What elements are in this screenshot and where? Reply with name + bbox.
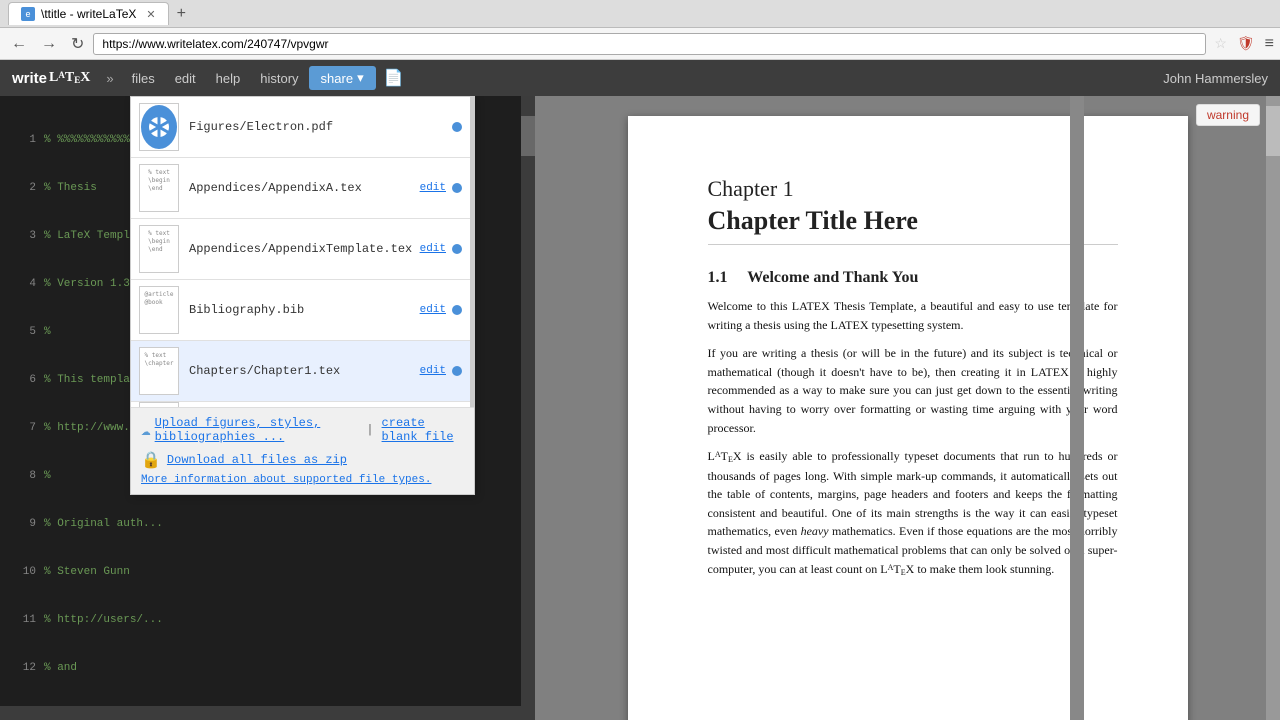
create-blank-link[interactable]: create blank file: [382, 416, 464, 444]
pdf-paragraph: LATEX is easily able to professionally t…: [708, 447, 1118, 579]
section-number: 1.1: [708, 269, 728, 286]
bookmark-icon[interactable]: ☆: [1214, 35, 1227, 52]
logo-write-text: write: [12, 70, 47, 87]
file-status-dot: [452, 305, 462, 315]
extensions-icon: 🛡: [1237, 35, 1255, 52]
file-edit-link[interactable]: edit: [420, 304, 446, 316]
share-dropdown-icon: ▾: [357, 70, 364, 86]
download-icon: 🔒: [141, 450, 161, 470]
file-item[interactable]: @article@book Bibliography.bib edit: [131, 280, 470, 341]
editor-pane[interactable]: 1% %%%%%%%%%%%%%%%%%%%%%%%%%%% 2% Thesis…: [0, 96, 535, 720]
pdf-body: Welcome to this LATEX Thesis Template, a…: [708, 297, 1118, 579]
separator: |: [366, 423, 373, 437]
file-thumbnail: % text\begin\end: [139, 164, 179, 212]
download-row: 🔒 Download all files as zip: [141, 450, 464, 470]
file-status-dot: [452, 366, 462, 376]
editor-hscroll[interactable]: [0, 706, 521, 720]
warning-badge[interactable]: warning: [1196, 104, 1260, 126]
tab-title: \ttitle - writeLaTeX: [41, 7, 136, 21]
reload-button[interactable]: ↻: [66, 32, 89, 56]
address-bar[interactable]: [93, 33, 1206, 55]
user-name: John Hammersley: [1163, 71, 1268, 86]
app-logo: write LATEX: [12, 70, 90, 87]
nav-files[interactable]: files: [122, 60, 165, 96]
preview-vscroll-thumb: [1266, 106, 1280, 156]
tab-close-button[interactable]: ✕: [146, 8, 155, 21]
nav-history[interactable]: history: [250, 60, 308, 96]
nav-help[interactable]: help: [206, 60, 251, 96]
pdf-icon[interactable]: 📄: [384, 68, 404, 88]
file-thumbnail: [139, 103, 179, 151]
browser-tab[interactable]: e \ttitle - writeLaTeX ✕: [8, 2, 169, 25]
file-thumbnail: % text\chapter: [139, 347, 179, 395]
file-name: Chapters/Chapter1.tex: [189, 364, 420, 378]
file-name: Appendices/AppendixA.tex: [189, 181, 420, 195]
editor-vscroll[interactable]: [521, 96, 535, 720]
pdf-paragraph: Welcome to this LATEX Thesis Template, a…: [708, 297, 1118, 334]
more-info-link[interactable]: More information about supported file ty…: [141, 470, 464, 486]
tab-favicon: e: [21, 7, 35, 21]
preview-vscroll[interactable]: [1266, 96, 1280, 720]
preview-pane: warning Chapter 1 Chapter Title Here 1.1…: [535, 96, 1280, 720]
pdf-page: Chapter 1 Chapter Title Here 1.1 Welcome…: [628, 116, 1188, 720]
chapter-number: Chapter 1: [708, 176, 1118, 202]
file-status-dot: [452, 244, 462, 254]
file-thumbnail: @article@book: [139, 286, 179, 334]
browser-titlebar: e \ttitle - writeLaTeX ✕ +: [0, 0, 1280, 28]
forward-button[interactable]: →: [36, 33, 62, 55]
file-item[interactable]: % text\begin\end Appendices/AppendixTemp…: [131, 219, 470, 280]
browser-navbar: ← → ↻ ☆ 🛡 ≡: [0, 28, 1280, 60]
section-title-text: Welcome and Thank You: [747, 269, 918, 286]
share-button[interactable]: share ▾: [309, 66, 376, 90]
new-tab-button[interactable]: +: [177, 5, 186, 23]
nav-edit[interactable]: edit: [165, 60, 206, 96]
file-item[interactable]: Figures/Electron.pdf: [131, 97, 470, 158]
file-list: Figures/Electron.pdf % text\begin\end Ap…: [131, 97, 474, 407]
preview-left-divider: [1070, 96, 1084, 720]
menu-icon[interactable]: ≡: [1265, 35, 1274, 53]
file-edit-link[interactable]: edit: [420, 243, 446, 255]
upload-icon: ☁: [141, 420, 151, 440]
back-button[interactable]: ←: [6, 33, 32, 55]
logo-latex-text: LATEX: [49, 70, 90, 86]
upload-link[interactable]: Upload figures, styles, bibliographies .…: [155, 416, 359, 444]
pdf-paragraph: If you are writing a thesis (or will be …: [708, 344, 1118, 437]
app-nav: files edit help history: [122, 60, 309, 96]
file-name: Bibliography.bib: [189, 303, 420, 317]
file-thumbnail: % text\begin\end: [139, 225, 179, 273]
file-thumbnail: [139, 402, 179, 407]
share-label: share: [321, 71, 354, 86]
file-name: Appendices/AppendixTemplate.tex: [189, 242, 420, 256]
file-name: Figures/Electron.pdf: [189, 120, 452, 134]
section-title: 1.1 Welcome and Thank You: [708, 269, 1118, 287]
logo-arrow-icon: »: [106, 71, 113, 86]
file-edit-link[interactable]: edit: [420, 182, 446, 194]
upload-row: ☁ Upload figures, styles, bibliographies…: [141, 416, 464, 444]
file-edit-link[interactable]: edit: [420, 365, 446, 377]
download-link[interactable]: Download all files as zip: [167, 453, 347, 467]
file-item[interactable]: % text\begin\end Appendices/AppendixA.te…: [131, 158, 470, 219]
main-layout: 1% %%%%%%%%%%%%%%%%%%%%%%%%%%% 2% Thesis…: [0, 96, 1280, 720]
file-status-dot: [452, 122, 462, 132]
file-dropdown: Figures/Electron.pdf % text\begin\end Ap…: [130, 96, 475, 495]
file-actions: ☁ Upload figures, styles, bibliographies…: [131, 407, 474, 494]
chapter-title: Chapter Title Here: [708, 206, 1118, 245]
file-item[interactable]: % text\chapter Chapters/Chapter1.tex edi…: [131, 341, 470, 402]
app-header: write LATEX » files edit help history sh…: [0, 60, 1280, 96]
file-status-dot: [452, 183, 462, 193]
